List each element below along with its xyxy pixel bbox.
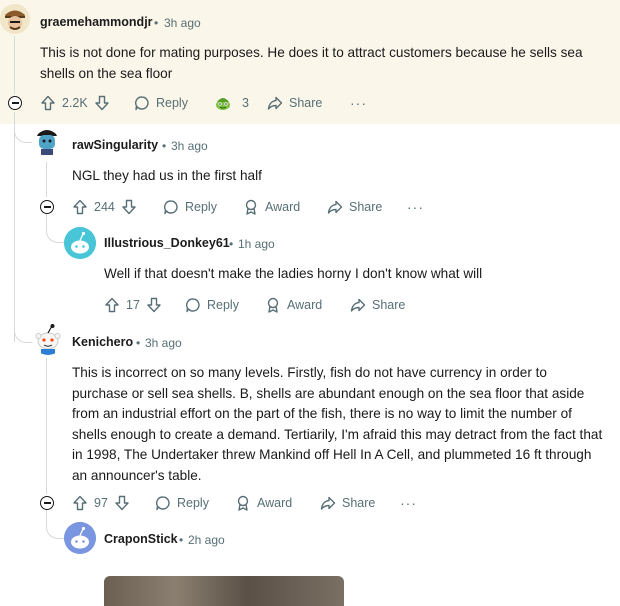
reply-button[interactable]: Reply bbox=[185, 295, 239, 315]
avatar-pirate-icon bbox=[0, 4, 30, 34]
award-icon bbox=[237, 495, 249, 511]
separator-dot: • bbox=[154, 16, 159, 30]
upvote-icon[interactable] bbox=[72, 199, 88, 215]
vote-controls: 2.2K bbox=[40, 93, 110, 113]
separator-dot: • bbox=[179, 533, 184, 547]
collapse-button[interactable] bbox=[40, 496, 54, 510]
avatar-snoo-icon bbox=[64, 227, 96, 259]
avatar-zombie-icon bbox=[37, 130, 57, 155]
username[interactable]: Kenichero bbox=[72, 335, 133, 349]
share-button[interactable]: Share bbox=[350, 295, 405, 315]
share-label: Share bbox=[289, 96, 323, 110]
award-button[interactable]: Award bbox=[265, 295, 322, 315]
comment-bubble-icon bbox=[186, 298, 200, 313]
more-options-button[interactable]: ··· bbox=[400, 495, 417, 511]
upvote-icon[interactable] bbox=[40, 95, 56, 111]
award-icon bbox=[245, 199, 257, 215]
reply-label: Reply bbox=[185, 200, 217, 214]
award-icon bbox=[216, 98, 230, 110]
reply-label: Reply bbox=[177, 496, 209, 510]
vote-count: 97 bbox=[94, 496, 108, 510]
avatar[interactable] bbox=[32, 126, 62, 156]
more-options-button[interactable]: ··· bbox=[350, 95, 367, 111]
reply-button[interactable]: Reply bbox=[134, 93, 188, 113]
comment-bubble-icon bbox=[135, 96, 149, 111]
award-label: Award bbox=[265, 200, 301, 214]
comment-body: Well if that doesn't make the ladies hor… bbox=[104, 266, 483, 281]
reply-button[interactable]: Reply bbox=[163, 197, 217, 217]
comment-image-preview[interactable] bbox=[104, 576, 344, 606]
award-count: 3 bbox=[242, 96, 249, 110]
username[interactable]: CraponStick bbox=[104, 532, 178, 546]
award-button[interactable]: Award bbox=[243, 197, 300, 217]
avatar-snoo-icon bbox=[64, 522, 96, 554]
comment-body: NGL they had us in the first half bbox=[72, 168, 262, 183]
avatar[interactable] bbox=[64, 227, 96, 259]
vote-controls: 244 bbox=[72, 197, 137, 217]
comment-bubble-icon bbox=[164, 200, 178, 215]
avatar[interactable] bbox=[32, 323, 64, 355]
timestamp[interactable]: 3h ago bbox=[171, 139, 208, 153]
thread-line bbox=[46, 358, 47, 494]
upvote-icon[interactable] bbox=[104, 297, 120, 313]
username[interactable]: Illustrious_Donkey61 bbox=[104, 236, 230, 250]
separator-dot: • bbox=[229, 237, 234, 251]
avatar[interactable] bbox=[64, 522, 96, 554]
share-icon bbox=[320, 496, 336, 510]
more-options-button[interactable]: ··· bbox=[407, 199, 424, 215]
share-label: Share bbox=[342, 496, 376, 510]
reply-label: Reply bbox=[207, 298, 239, 312]
avatar[interactable] bbox=[0, 4, 30, 34]
share-label: Share bbox=[372, 298, 406, 312]
share-button[interactable]: Share bbox=[327, 197, 382, 217]
separator-dot: • bbox=[162, 139, 167, 153]
comment-body: This is not done for mating purposes. He… bbox=[40, 45, 583, 81]
award-label: Award bbox=[287, 298, 323, 312]
award-button[interactable]: Award bbox=[235, 493, 292, 513]
username[interactable]: graemehammondjr bbox=[40, 15, 153, 29]
share-button[interactable]: Share bbox=[267, 93, 322, 113]
share-button[interactable]: Share bbox=[320, 493, 375, 513]
collapse-button[interactable] bbox=[40, 200, 54, 214]
timestamp[interactable]: 1h ago bbox=[238, 237, 275, 251]
reply-button[interactable]: Reply bbox=[155, 493, 209, 513]
reply-label: Reply bbox=[156, 96, 188, 110]
vote-count: 244 bbox=[94, 200, 115, 214]
award-label: Award bbox=[257, 496, 293, 510]
downvote-icon[interactable] bbox=[146, 297, 162, 313]
comment-bubble-icon bbox=[156, 496, 170, 511]
share-icon bbox=[327, 200, 343, 214]
award-icon bbox=[267, 297, 279, 313]
comment-body: This is incorrect on so many levels. Fir… bbox=[72, 365, 603, 483]
separator-dot: • bbox=[136, 336, 141, 350]
downvote-icon[interactable] bbox=[121, 199, 137, 215]
vote-controls: 17 bbox=[104, 295, 162, 315]
downvote-icon[interactable] bbox=[114, 495, 130, 511]
vote-controls: 97 bbox=[72, 493, 130, 513]
collapse-button[interactable] bbox=[8, 96, 22, 110]
share-icon bbox=[350, 298, 366, 312]
downvote-icon[interactable] bbox=[94, 95, 110, 111]
share-icon bbox=[267, 96, 283, 110]
thread-line bbox=[14, 112, 15, 342]
avatar-snoo-icon bbox=[35, 324, 61, 355]
vote-count: 17 bbox=[126, 298, 140, 312]
username[interactable]: rawSingularity bbox=[72, 138, 158, 152]
thread-line bbox=[46, 162, 47, 197]
share-label: Share bbox=[349, 200, 383, 214]
timestamp[interactable]: 2h ago bbox=[188, 533, 225, 547]
award-button[interactable]: 3 bbox=[214, 93, 249, 113]
timestamp[interactable]: 3h ago bbox=[145, 336, 182, 350]
upvote-icon[interactable] bbox=[72, 495, 88, 511]
thread-line bbox=[14, 36, 15, 94]
vote-count: 2.2K bbox=[62, 96, 88, 110]
timestamp[interactable]: 3h ago bbox=[164, 16, 201, 30]
